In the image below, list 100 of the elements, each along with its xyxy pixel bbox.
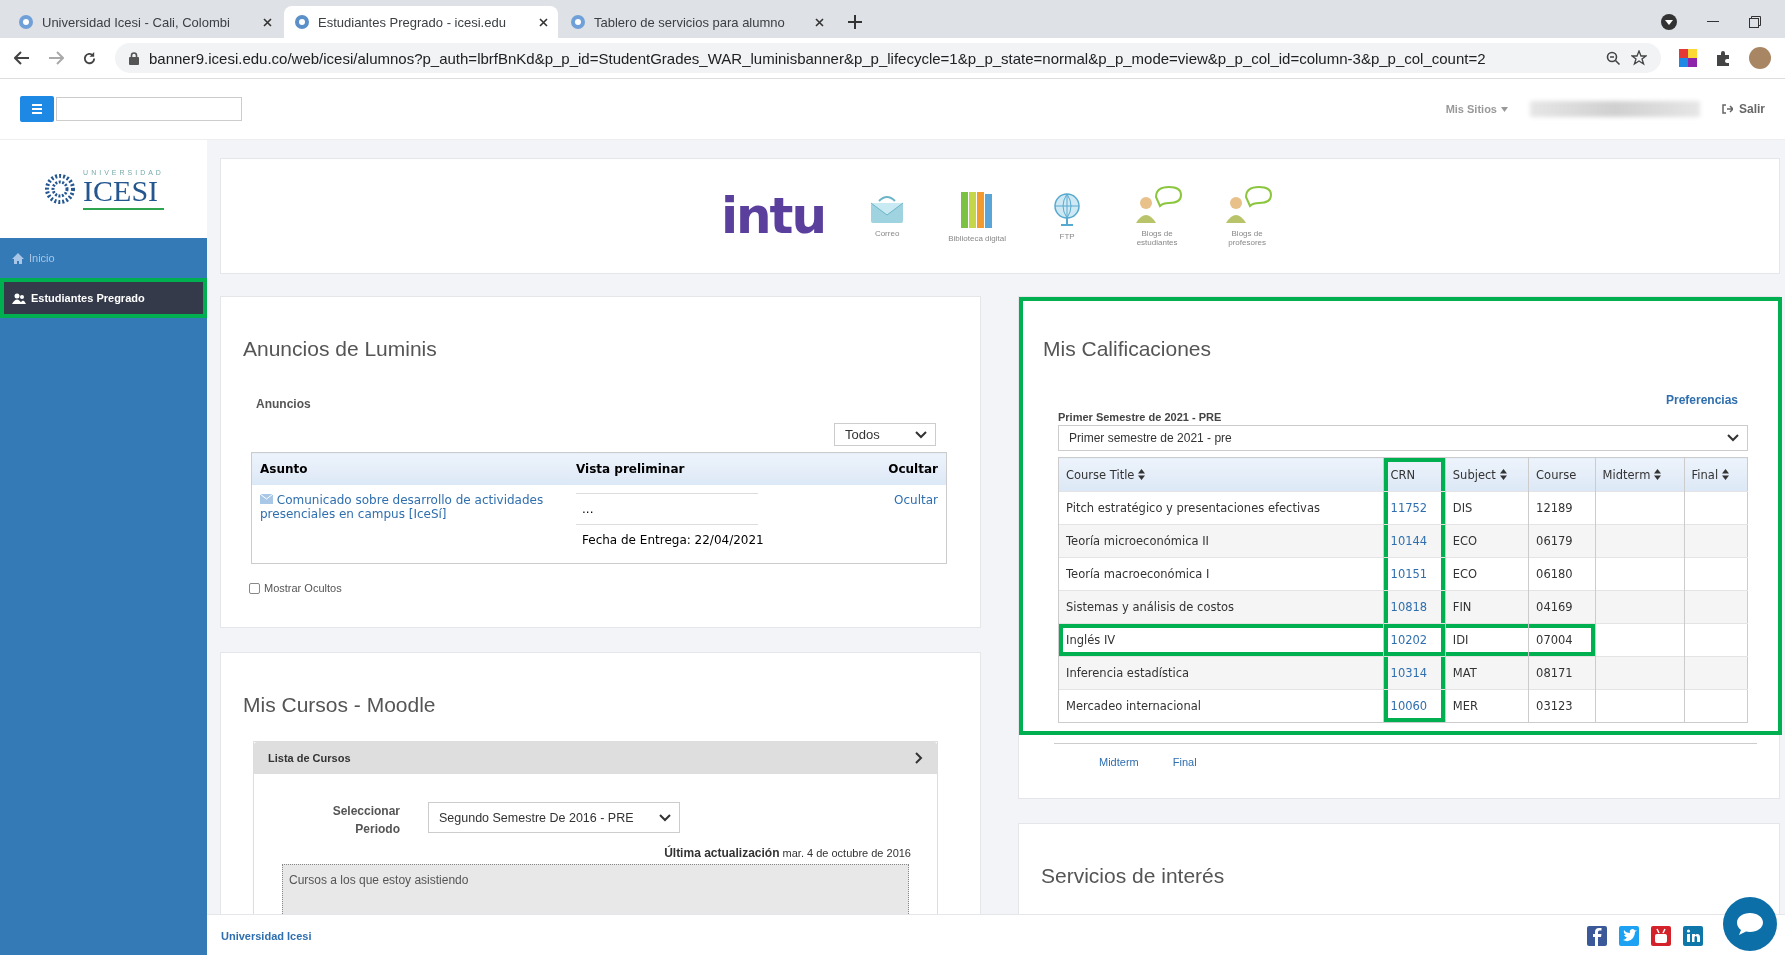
column-header: Course <box>1528 457 1596 492</box>
panel-title: Servicios de interés <box>1041 864 1226 888</box>
envelope-icon <box>869 194 906 225</box>
course-list-bar[interactable]: Lista de Cursos <box>254 742 937 774</box>
service-link[interactable]: Correo <box>874 228 900 238</box>
column-header[interactable]: Course Title <box>1058 457 1384 492</box>
linkedin-icon[interactable] <box>1683 926 1703 946</box>
envelope-icon <box>260 494 273 504</box>
table-cell: ECO <box>1452 567 1478 581</box>
minimize-icon[interactable] <box>1707 21 1719 23</box>
legend-link[interactable]: Midterm <box>1099 756 1139 768</box>
sort-icon <box>1138 469 1146 480</box>
panel-title: Mis Cursos - Moodle <box>243 693 437 717</box>
zoom-icon[interactable] <box>1606 50 1621 66</box>
service-link[interactable]: Blogs de estudiantes <box>1125 229 1190 247</box>
logout-link[interactable]: Salir <box>1722 102 1765 116</box>
sort-icon <box>1499 469 1507 480</box>
announcement-link[interactable]: Comunicado sobre desarrollo de actividades presenciales en campus [IceSí] <box>260 493 560 521</box>
term-label: Primer Semestre de 2021 - PRE <box>1058 411 1223 423</box>
close-tab-icon[interactable] <box>263 17 272 27</box>
facebook-icon[interactable] <box>1587 926 1607 946</box>
service-link[interactable]: FTP <box>1059 231 1075 241</box>
reload-icon[interactable] <box>82 50 97 66</box>
users-icon <box>12 292 26 304</box>
table-cell: IDI <box>1452 633 1469 647</box>
crn-link[interactable]: 10060 <box>1390 699 1428 713</box>
site-icon <box>570 14 586 30</box>
sidebar-item[interactable]: Estudiantes Pregrado <box>0 278 207 318</box>
filter-dropdown[interactable]: Todos <box>834 423 936 446</box>
section-label: Anuncios <box>256 397 312 411</box>
legend-link[interactable]: Final <box>1172 756 1197 768</box>
checkbox-label: Mostrar Ocultos <box>264 582 342 594</box>
table-cell: FIN <box>1452 600 1472 614</box>
table-cell: 06180 <box>1536 567 1573 581</box>
table-cell: Inferencia estadística <box>1066 666 1190 680</box>
close-tab-icon[interactable] <box>815 17 824 27</box>
column-header[interactable]: Final <box>1684 457 1748 492</box>
site-icon <box>294 14 310 30</box>
browser-tab[interactable]: Tablero de servicios para alumno <box>560 6 834 38</box>
sort-icon <box>1654 469 1662 480</box>
menu-button[interactable] <box>20 96 54 122</box>
site-icon <box>18 14 34 30</box>
last-updated: Última actualización mar. 4 de octubre de 2016 <box>663 846 911 860</box>
footer-link[interactable]: Universidad Icesi <box>221 930 312 942</box>
field-label: Seleccionar Periodo <box>331 803 400 838</box>
table-cell: Teoría macroeconómica I <box>1066 567 1210 581</box>
puzzle-icon[interactable] <box>1715 50 1731 66</box>
sunburst-logo-icon <box>43 174 78 204</box>
browser-tab[interactable]: Estudiantes Pregrado - icesi.edu <box>284 6 558 38</box>
profile-dropdown-icon[interactable] <box>1661 14 1677 30</box>
avatar-icon[interactable] <box>1749 47 1771 69</box>
service-link[interactable]: Blogs de profesores <box>1215 229 1280 247</box>
back-icon[interactable] <box>14 51 30 65</box>
close-tab-icon[interactable] <box>539 17 548 27</box>
logout-icon <box>1722 104 1733 114</box>
column-header: Vista preliminar <box>568 452 856 485</box>
hide-link[interactable]: Ocultar <box>863 493 938 507</box>
term-dropdown[interactable]: Primer semestre de 2021 - pre <box>1058 425 1748 451</box>
column-header[interactable]: Midterm <box>1595 457 1685 492</box>
intu-logo[interactable]: intu <box>720 187 826 245</box>
table-cell: Teoría microeconómica II <box>1066 534 1209 548</box>
table-cell: ECO <box>1452 534 1478 548</box>
preferences-link[interactable]: Preferencias <box>1665 393 1738 407</box>
crn-link[interactable]: 10151 <box>1390 567 1428 581</box>
color-grid-icon[interactable] <box>1679 49 1697 67</box>
logo-text: ICESI <box>83 175 159 206</box>
my-sites-menu[interactable]: Mis Sitios <box>1445 103 1508 115</box>
service-link[interactable]: Biblioteca digital <box>948 233 1006 243</box>
youtube-icon[interactable] <box>1651 926 1671 946</box>
panel-title: Mis Calificaciones <box>1043 337 1213 361</box>
crn-link[interactable]: 11752 <box>1390 501 1428 515</box>
column-header: Asunto <box>251 452 568 485</box>
caret-icon <box>1501 106 1508 112</box>
table-cell: MAT <box>1452 666 1477 680</box>
column-header: CRN <box>1383 457 1446 492</box>
search-field[interactable] <box>56 97 242 121</box>
column-header[interactable]: Subject <box>1445 457 1529 492</box>
table-cell: 03123 <box>1536 699 1573 713</box>
table-cell: 12189 <box>1536 501 1573 515</box>
table-cell: MER <box>1452 699 1478 713</box>
column-header: Ocultar <box>855 452 947 485</box>
chevron-down-icon <box>1727 434 1739 442</box>
table-cell: 08171 <box>1536 666 1573 680</box>
address-bar[interactable]: banner9.icesi.edu.co/web/icesi/alumnos?p_auth=lbrfBnKd&p_p_id=StudentGrades_WAR_luminisbanner&p_p_lifecycle=1&p_p_state=normal&p_p_mode=view&p_p_col_id=column-3&p_p_col_count=2 <box>115 43 1661 73</box>
table-cell: 06179 <box>1536 534 1573 548</box>
table-cell: 04169 <box>1536 600 1573 614</box>
checkbox[interactable] <box>249 582 260 594</box>
chat-bubble-icon <box>1735 911 1765 937</box>
table-cell: DIS <box>1452 501 1473 515</box>
restore-icon[interactable] <box>1749 16 1761 28</box>
twitter-icon[interactable] <box>1619 926 1639 946</box>
period-dropdown[interactable]: Segundo Semestre De 2016 - PRE <box>428 802 680 833</box>
crn-link[interactable]: 10202 <box>1390 633 1428 647</box>
table-cell: Sistemas y análisis de costos <box>1066 600 1234 614</box>
table-cell: 07004 <box>1536 633 1573 647</box>
browser-tab[interactable]: Universidad Icesi - Cali, Colombi <box>8 6 282 38</box>
sort-icon <box>1722 469 1730 480</box>
star-icon[interactable] <box>1631 50 1647 66</box>
chevron-down-icon <box>659 813 671 822</box>
chevron-right-icon <box>915 752 923 764</box>
